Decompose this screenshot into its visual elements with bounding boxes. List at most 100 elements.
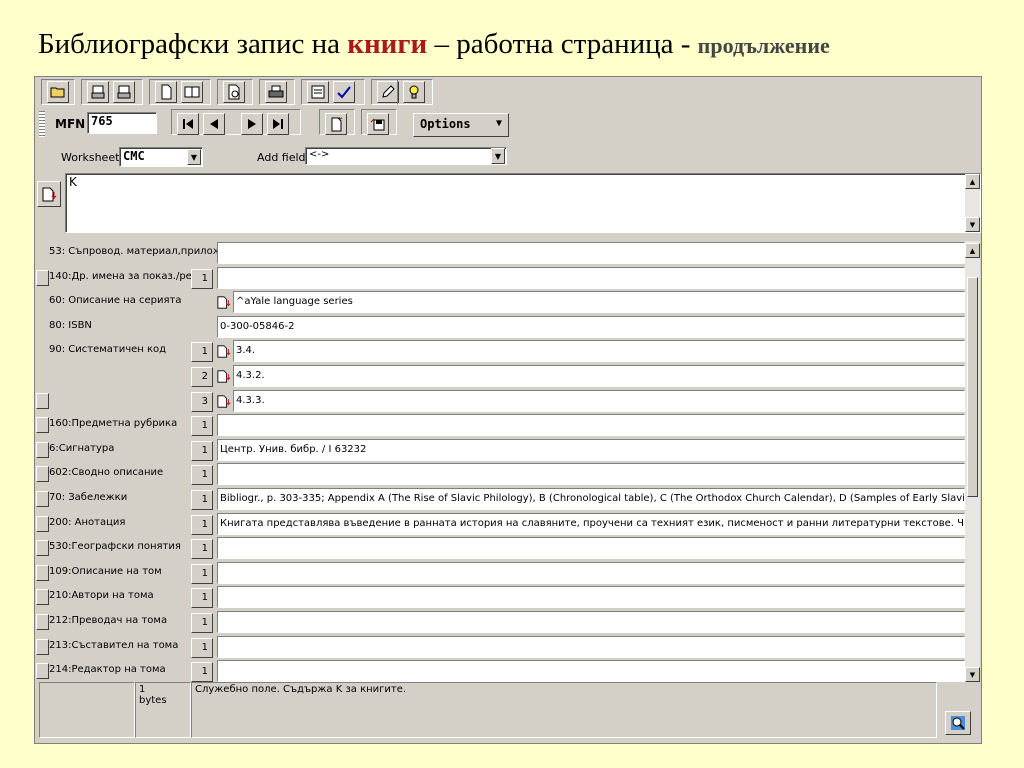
title-rest: – работна страница -: [427, 28, 698, 60]
save-button[interactable]: [367, 113, 389, 135]
occurrence-number[interactable]: 1: [191, 490, 213, 510]
add-field-dropdown-button[interactable]: ▼: [491, 148, 505, 164]
field-value[interactable]: 3.4.: [233, 340, 965, 363]
worksheet-label: Worksheet:: [61, 151, 124, 164]
repeat-field-icon[interactable]: [36, 614, 49, 630]
print-txt-icon: [91, 85, 105, 99]
save-icon: [370, 118, 385, 131]
edit-button[interactable]: [377, 81, 399, 103]
first-record-button[interactable]: [177, 113, 199, 135]
occurrence-number[interactable]: 1: [191, 416, 213, 437]
field-value[interactable]: [217, 611, 965, 633]
repeat-field-icon[interactable]: [36, 417, 49, 434]
editor-textarea[interactable]: K: [65, 173, 981, 233]
occurrence-number[interactable]: 1: [191, 440, 213, 461]
repeat-field-icon[interactable]: [36, 515, 49, 532]
rows-scroll-up-icon[interactable]: ▲: [965, 243, 980, 258]
new-document-button[interactable]: [325, 113, 347, 135]
field-value[interactable]: [217, 266, 965, 289]
field-value[interactable]: [217, 586, 965, 609]
repeat-field-icon[interactable]: [36, 466, 49, 483]
print-txt-button[interactable]: [87, 81, 109, 103]
subfield-editor-icon[interactable]: [217, 342, 231, 360]
editor-text: K: [69, 175, 77, 189]
repeat-field-icon[interactable]: [36, 638, 49, 655]
form-button[interactable]: [307, 81, 329, 103]
occurrence-number[interactable]: 1: [191, 662, 213, 683]
folder-icon: [50, 87, 65, 98]
occurrence-number[interactable]: 2: [191, 367, 213, 387]
field-value[interactable]: 0-300-05846-2: [217, 315, 965, 338]
repeat-field-icon[interactable]: [36, 491, 49, 507]
subfield-editor-icon[interactable]: [217, 392, 231, 410]
magnifier-icon: [951, 716, 965, 730]
field-value[interactable]: [217, 242, 965, 264]
repeat-field-icon[interactable]: [36, 392, 49, 409]
print-button[interactable]: [265, 81, 287, 103]
field-row: 602:Сводно описание 1: [35, 462, 965, 487]
field-value[interactable]: ^aYale language series: [233, 291, 965, 314]
field-value[interactable]: 4.3.3.: [233, 389, 965, 412]
field-value[interactable]: [217, 635, 965, 658]
field-value[interactable]: Книгата представлява въведение в ранната…: [217, 512, 965, 535]
repeat-field-icon[interactable]: [36, 564, 49, 581]
previous-record-button[interactable]: [203, 113, 225, 135]
occurrence-number[interactable]: 1: [191, 465, 213, 486]
status-description-box: Служебно поле. Съдържа K за книгите.: [191, 682, 937, 738]
repeat-field-icon[interactable]: [36, 540, 49, 557]
subfield-editor-icon[interactable]: [217, 367, 231, 385]
field-value[interactable]: Bibliogr., p. 303-335; Appendix A (The R…: [217, 488, 965, 510]
worksheet-dropdown-button[interactable]: ▼: [187, 149, 201, 165]
editor-field-button[interactable]: [37, 181, 61, 207]
copy-icon: [184, 86, 200, 98]
occurrence-number[interactable]: 1: [191, 268, 213, 289]
field-value[interactable]: [217, 463, 965, 486]
hint-button[interactable]: [403, 81, 425, 103]
new-record-button[interactable]: [155, 81, 177, 103]
options-dropdown[interactable]: Options ▼: [413, 113, 509, 137]
occurrence-number[interactable]: 3: [191, 391, 213, 412]
occurrence-number[interactable]: 1: [191, 588, 213, 609]
search-button[interactable]: [945, 711, 971, 735]
last-record-button[interactable]: [267, 113, 289, 135]
validate-button[interactable]: [333, 81, 355, 103]
print-rtf-button[interactable]: [113, 81, 135, 103]
next-icon: [248, 119, 256, 129]
field-value[interactable]: 4.3.2.: [233, 365, 965, 387]
field-value[interactable]: [217, 660, 965, 683]
status-unit: bytes: [139, 695, 167, 706]
field-label: 53: Съпровод. материал,приложен: [49, 246, 217, 257]
title-main: Библиографски запис на: [38, 28, 348, 60]
field-value[interactable]: [217, 537, 965, 560]
last-icon: [273, 119, 283, 129]
repeat-field-icon[interactable]: [36, 663, 49, 680]
occurrence-number[interactable]: 1: [191, 539, 213, 560]
title-highlight: книги: [347, 28, 428, 60]
occurrence-number[interactable]: 1: [191, 613, 213, 633]
field-value[interactable]: [217, 414, 965, 437]
preview-button[interactable]: [223, 81, 245, 103]
occurrence-number[interactable]: 1: [191, 563, 213, 584]
occurrence-number[interactable]: 1: [191, 514, 213, 535]
next-record-button[interactable]: [241, 113, 263, 135]
add-field-select[interactable]: <->: [305, 147, 507, 165]
mfn-input[interactable]: 765: [87, 112, 157, 134]
repeat-field-icon[interactable]: [36, 441, 49, 458]
repeat-field-icon[interactable]: [36, 269, 49, 286]
scroll-down-arrow-icon[interactable]: ▼: [965, 217, 980, 232]
check-icon: [337, 86, 351, 99]
copy-record-button[interactable]: [181, 81, 203, 103]
field-row: 6:Сигнатура 1 Центр. Унив. бибр. / I 63232: [35, 438, 965, 463]
field-value[interactable]: Центр. Унив. бибр. / I 63232: [217, 438, 965, 461]
rows-scroll-down-icon[interactable]: ▼: [965, 667, 980, 682]
scroll-thumb[interactable]: [967, 277, 978, 497]
open-folder-button[interactable]: [47, 81, 69, 103]
toolbar-grip[interactable]: [39, 111, 45, 137]
occurrence-number[interactable]: 1: [191, 342, 213, 363]
field-value[interactable]: [217, 561, 965, 584]
subfield-editor-icon[interactable]: [217, 293, 231, 311]
repeat-field-icon[interactable]: [36, 589, 49, 606]
form-icon: [311, 85, 325, 99]
scroll-up-arrow-icon[interactable]: ▲: [965, 174, 980, 189]
occurrence-number[interactable]: 1: [191, 637, 213, 658]
